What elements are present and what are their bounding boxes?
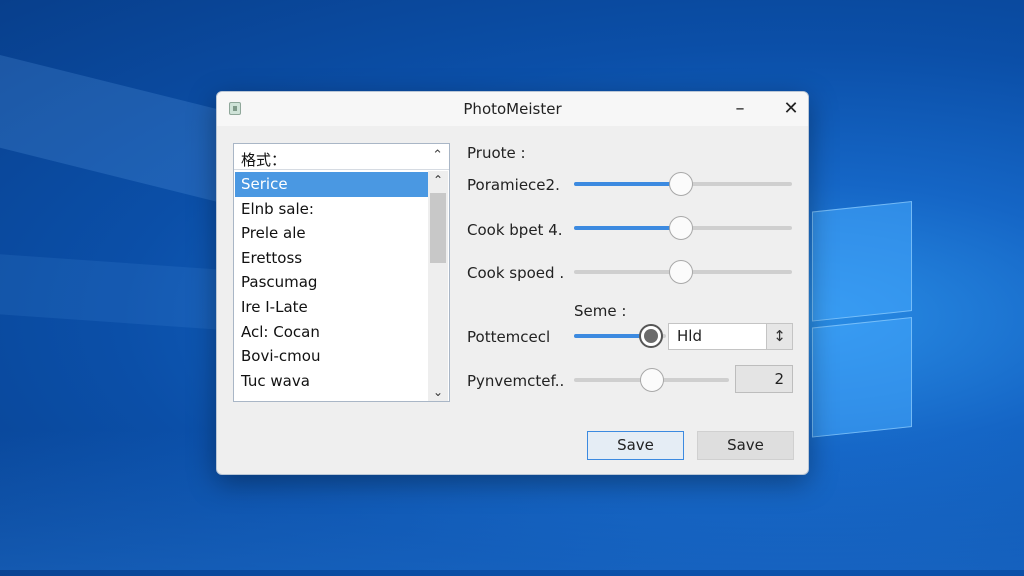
list-scrollbar[interactable]: ⌃ ⌄ xyxy=(428,171,448,401)
parameter-slider[interactable] xyxy=(574,170,792,198)
slider-label: Cook bpet 4. xyxy=(467,221,563,239)
slider-thumb[interactable] xyxy=(639,368,664,392)
save-secondary-button[interactable]: Save xyxy=(697,431,794,460)
slider-thumb[interactable] xyxy=(639,324,664,348)
windows-logo-pane xyxy=(812,317,912,438)
close-button[interactable]: ✕ xyxy=(773,96,808,122)
list-items: Serice Elnb sale: Prele ale Erettoss Pas… xyxy=(235,172,428,393)
combo-field-value: Hld xyxy=(677,327,702,345)
app-window: PhotoMeister – ✕ 格式： ⌃ Serice Elnb sale:… xyxy=(216,91,809,475)
slider-thumb[interactable] xyxy=(668,172,693,196)
chevron-up-icon[interactable]: ⌃ xyxy=(432,148,443,163)
list-item[interactable]: Pascumag xyxy=(235,270,428,295)
scroll-up-icon[interactable]: ⌃ xyxy=(428,173,448,187)
list-item[interactable]: Ire I-Late xyxy=(235,295,428,320)
sub-label: Seme : xyxy=(574,302,627,320)
save-button[interactable]: Save xyxy=(587,431,684,460)
list-header: 格式： ⌃ xyxy=(234,144,449,170)
section-label: Pruote : xyxy=(467,144,526,162)
slider-label: Cook spoed . xyxy=(467,264,565,282)
format-listbox[interactable]: 格式： ⌃ Serice Elnb sale: Prele ale Eretto… xyxy=(233,143,450,402)
combo-field[interactable]: Hld ↕ xyxy=(668,323,793,350)
list-item[interactable]: Prele ale xyxy=(235,221,428,246)
windows-logo-pane xyxy=(812,201,912,322)
window-title: PhotoMeister xyxy=(463,100,562,118)
list-header-label: 格式： xyxy=(241,151,287,169)
slider-fill xyxy=(574,182,681,186)
parameter-slider[interactable] xyxy=(574,258,792,286)
number-field[interactable]: 2 xyxy=(735,365,793,393)
number-slider[interactable] xyxy=(574,366,729,394)
combo-label: Pottemcecl xyxy=(467,328,551,346)
list-item[interactable]: Serice xyxy=(235,172,428,197)
slider-thumb[interactable] xyxy=(668,260,693,284)
list-item[interactable]: Acl: Cocan xyxy=(235,320,428,345)
parameter-slider[interactable] xyxy=(574,214,792,242)
list-item[interactable]: Elnb sale: xyxy=(235,197,428,222)
minimize-button[interactable]: – xyxy=(722,96,758,122)
list-item[interactable]: Tuc wava xyxy=(235,369,428,394)
list-item[interactable]: Erettoss xyxy=(235,246,428,271)
slider-thumb[interactable] xyxy=(668,216,693,240)
title-bar[interactable]: PhotoMeister – ✕ xyxy=(217,92,808,126)
scroll-down-icon[interactable]: ⌄ xyxy=(428,385,448,399)
number-row-label: Pynvemctef.. xyxy=(467,372,565,390)
list-item[interactable]: Bovi-cmou xyxy=(235,344,428,369)
windows-logo xyxy=(812,188,1024,441)
combo-slider[interactable] xyxy=(574,322,666,350)
slider-fill xyxy=(574,226,681,230)
spinner-icon[interactable]: ↕ xyxy=(766,324,792,349)
scroll-thumb[interactable] xyxy=(430,193,446,263)
slider-label: Poramiece2. xyxy=(467,176,560,194)
